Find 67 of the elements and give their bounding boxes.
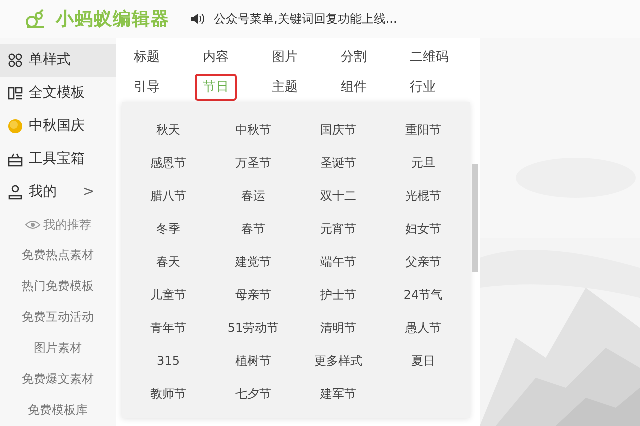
- scrollbar-thumb[interactable]: [472, 164, 478, 272]
- logo-text: 小蚂蚁编辑器: [56, 8, 170, 32]
- dropdown-item[interactable]: 春天: [126, 250, 211, 274]
- dropdown-item[interactable]: 元旦: [381, 151, 466, 175]
- dropdown-item[interactable]: 植树节: [211, 349, 296, 373]
- sidebar-link[interactable]: 免费热点素材: [0, 240, 116, 271]
- speaker-icon: [190, 13, 204, 25]
- sidebar-link[interactable]: 免费爆文素材: [0, 364, 116, 395]
- category-tab[interactable]: 内容: [195, 44, 237, 72]
- sidebar-item[interactable]: 工具宝箱: [0, 143, 116, 176]
- sidebar-link[interactable]: 免费互动活动: [0, 302, 116, 333]
- toolbox-icon: [8, 152, 23, 167]
- dropdown-item[interactable]: 万圣节: [211, 151, 296, 175]
- dropdown-item[interactable]: 儿童节: [126, 283, 211, 307]
- dropdown-item[interactable]: 51劳动节: [211, 316, 296, 340]
- category-tab[interactable]: 组件: [333, 74, 375, 101]
- eye-icon: [24, 220, 40, 230]
- dropdown-item[interactable]: 妇女节: [381, 217, 466, 241]
- dropdown-item[interactable]: 建军节: [296, 382, 381, 406]
- grid-icon: [8, 53, 23, 68]
- dropdown-item[interactable]: 父亲节: [381, 250, 466, 274]
- category-tab[interactable]: 行业: [402, 74, 444, 101]
- dropdown-item[interactable]: 感恩节: [126, 151, 211, 175]
- category-tab[interactable]: 图片: [264, 44, 306, 72]
- dropdown-item[interactable]: 春节: [211, 217, 296, 241]
- dropdown-item[interactable]: 315: [126, 349, 211, 373]
- sidebar-item[interactable]: 单样式: [0, 44, 116, 77]
- dropdown-item[interactable]: 24节气: [381, 283, 466, 307]
- sidebar-link[interactable]: 热门免费模板: [0, 271, 116, 302]
- dropdown-item[interactable]: 圣诞节: [296, 151, 381, 175]
- dropdown-item[interactable]: 秋天: [126, 118, 211, 142]
- sidebar-item[interactable]: 中秋国庆: [0, 110, 116, 143]
- category-tab[interactable]: 引导: [126, 74, 168, 101]
- category-tab[interactable]: 二维码: [402, 44, 457, 72]
- dropdown-item[interactable]: 双十二: [296, 184, 381, 208]
- dropdown-item[interactable]: 光棍节: [381, 184, 466, 208]
- dropdown-item[interactable]: 冬季: [126, 217, 211, 241]
- dropdown-item[interactable]: 重阳节: [381, 118, 466, 142]
- dropdown-item[interactable]: 夏日: [381, 349, 466, 373]
- dropdown-item[interactable]: 端午节: [296, 250, 381, 274]
- sidebar-link[interactable]: 免费模板库: [0, 395, 116, 426]
- sidebar-link[interactable]: 图片素材: [0, 333, 116, 364]
- dropdown-item[interactable]: 元宵节: [296, 217, 381, 241]
- dropdown-item[interactable]: 护士节: [296, 283, 381, 307]
- user-icon: [8, 185, 23, 200]
- sidebar-item[interactable]: 全文模板: [0, 77, 116, 110]
- dropdown-item[interactable]: 中秋节: [211, 118, 296, 142]
- dropdown-item[interactable]: 教师节: [126, 382, 211, 406]
- ant-logo-icon: [24, 9, 46, 29]
- dropdown-item[interactable]: 春运: [211, 184, 296, 208]
- dropdown-item[interactable]: 清明节: [296, 316, 381, 340]
- moon-icon: [8, 119, 23, 134]
- category-tab[interactable]: 主题: [264, 74, 306, 101]
- dropdown-item[interactable]: 国庆节: [296, 118, 381, 142]
- dropdown-item[interactable]: 母亲节: [211, 283, 296, 307]
- chevron-icon: >: [83, 182, 95, 203]
- category-tab[interactable]: 分割: [333, 44, 375, 72]
- dropdown-item[interactable]: 青年节: [126, 316, 211, 340]
- dropdown-item[interactable]: 七夕节: [211, 382, 296, 406]
- sidebar-item[interactable]: 我的 >: [0, 176, 116, 209]
- dropdown-item[interactable]: 建党节: [211, 250, 296, 274]
- notice-text: 公众号菜单,关键词回复功能上线...: [214, 11, 398, 28]
- category-tab[interactable]: 标题: [126, 44, 168, 72]
- template-icon: [8, 86, 23, 101]
- dropdown-item[interactable]: 更多样式: [296, 349, 381, 373]
- dropdown-item[interactable]: 腊八节: [126, 184, 211, 208]
- dropdown-item[interactable]: 愚人节: [381, 316, 466, 340]
